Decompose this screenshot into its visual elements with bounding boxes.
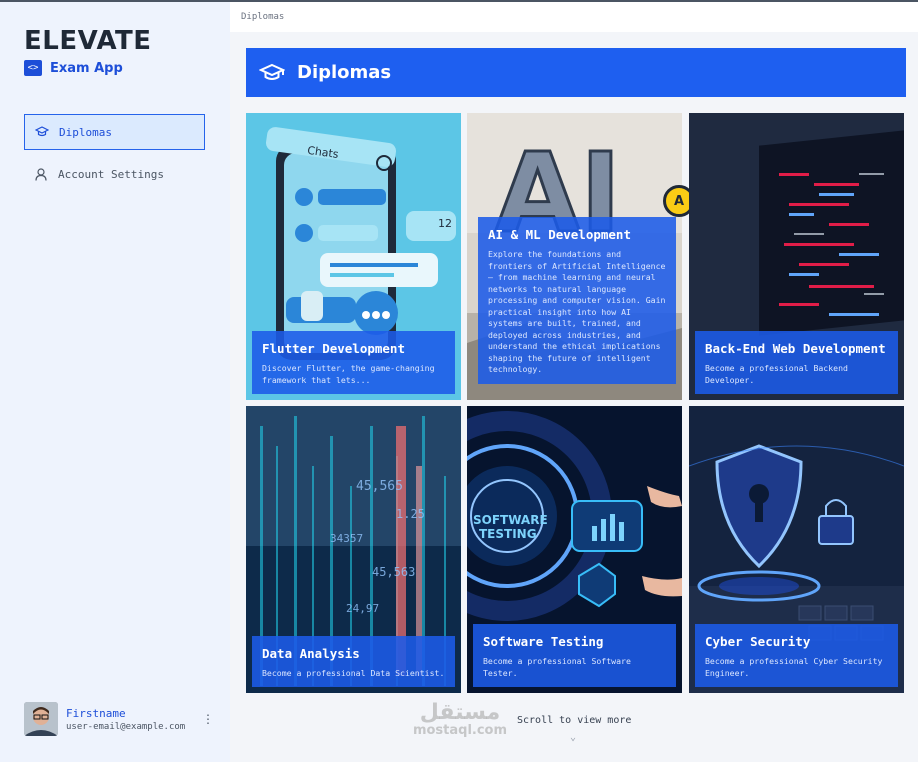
diploma-card-flutter[interactable]: Chats 12 Flutter Development Discover Fl… [246, 113, 461, 400]
app-title-row: <> Exam App [24, 60, 123, 76]
user-name: Firstname [66, 706, 126, 720]
watermark-logo: مستقل mostaql.com [402, 700, 518, 750]
card-info-panel: Software Testing Become a professional S… [473, 624, 676, 687]
elevate-logo[interactable]: ELEVATE [24, 26, 152, 56]
chevron-down-icon[interactable]: ⌄ [570, 732, 576, 743]
page-header: Diplomas [246, 48, 906, 97]
more-options-icon[interactable]: ⋮ [202, 712, 214, 726]
chart-number: 45,565 [356, 479, 403, 494]
user-icon [34, 167, 48, 181]
user-text: Firstname user-email@example.com [66, 707, 185, 732]
card-description: Discover Flutter, the game-changing fram… [262, 363, 435, 385]
watermark-latin: mostaql.com [412, 723, 508, 738]
diploma-card-data-analysis[interactable]: 45,565 34357 1.25 45,563 24,97 Data Anal… [246, 406, 461, 693]
card-title: Software Testing [483, 634, 604, 649]
diploma-card-ai-ml[interactable]: AI AI & ML Development Explore the found… [467, 113, 695, 400]
card-title: Flutter Development [262, 341, 405, 356]
card-title: Cyber Security [705, 634, 811, 649]
chart-number: 24,97 [346, 602, 379, 615]
card-description: Become a professional Data Scientist. [262, 667, 445, 678]
breadcrumb-item[interactable]: Diplomas [241, 12, 284, 22]
card-title: Data Analysis [262, 645, 360, 661]
sidebar-nav: Diplomas Account Settings [24, 114, 205, 198]
card-description: Become a professional Software Tester. [483, 656, 631, 678]
sidebar-item-diplomas[interactable]: Diplomas [24, 114, 205, 150]
diploma-card-software-testing[interactable]: SOFTWARE TESTING Software Testing Become… [467, 406, 682, 693]
diploma-card-backend[interactable]: Back-End Web Development Become a profes… [689, 113, 904, 400]
count-label: 12 [438, 217, 452, 230]
graduation-cap-icon [35, 125, 49, 139]
sidebar-item-label: Diplomas [59, 125, 112, 139]
sidebar-item-account-settings[interactable]: Account Settings [24, 156, 205, 192]
chart-number: 34357 [330, 532, 363, 545]
card-info-panel: Data Analysis Become a professional Data… [252, 635, 455, 687]
sidebar: ELEVATE <> Exam App Diplomas Account Set… [0, 2, 230, 762]
user-email: user-email@example.com [66, 721, 186, 732]
card-title: AI & ML Development [488, 227, 631, 242]
chart-number: 45,563 [372, 565, 415, 579]
card-info-panel: Back-End Web Development Become a profes… [695, 331, 898, 394]
user-profile: Firstname user-email@example.com ⋮ [24, 702, 214, 736]
main-content: Diplomas Chats 12 Flutter Development Di… [230, 32, 918, 762]
card-description: Become a professional Backend Developer. [705, 363, 848, 385]
card-info-panel: Flutter Development Discover Flutter, th… [252, 331, 455, 394]
avatar[interactable] [24, 702, 58, 736]
software-label: SOFTWARE [473, 513, 548, 527]
card-info-panel: AI & ML Development Explore the foundati… [478, 217, 676, 384]
card-description: Become a professional Cyber Security Eng… [705, 656, 883, 678]
card-description: Explore the foundations and frontiers of… [488, 249, 666, 374]
testing-label: TESTING [479, 527, 537, 541]
breadcrumb: Diplomas [230, 2, 918, 32]
chart-number: 1.25 [396, 507, 425, 521]
app-name: Exam App [50, 60, 123, 76]
sidebar-item-label: Account Settings [58, 167, 164, 181]
watermark-arabic: مستقل [419, 700, 501, 725]
code-folder-icon: <> [24, 60, 42, 76]
page-title: Diplomas [297, 62, 392, 83]
scroll-hint: Scroll to view more [517, 715, 632, 726]
graduation-cap-icon [258, 63, 286, 83]
card-info-panel: Cyber Security Become a professional Cyb… [695, 624, 898, 687]
diploma-card-cyber-security[interactable]: Cyber Security Become a professional Cyb… [689, 406, 904, 693]
card-title: Back-End Web Development [705, 341, 886, 356]
